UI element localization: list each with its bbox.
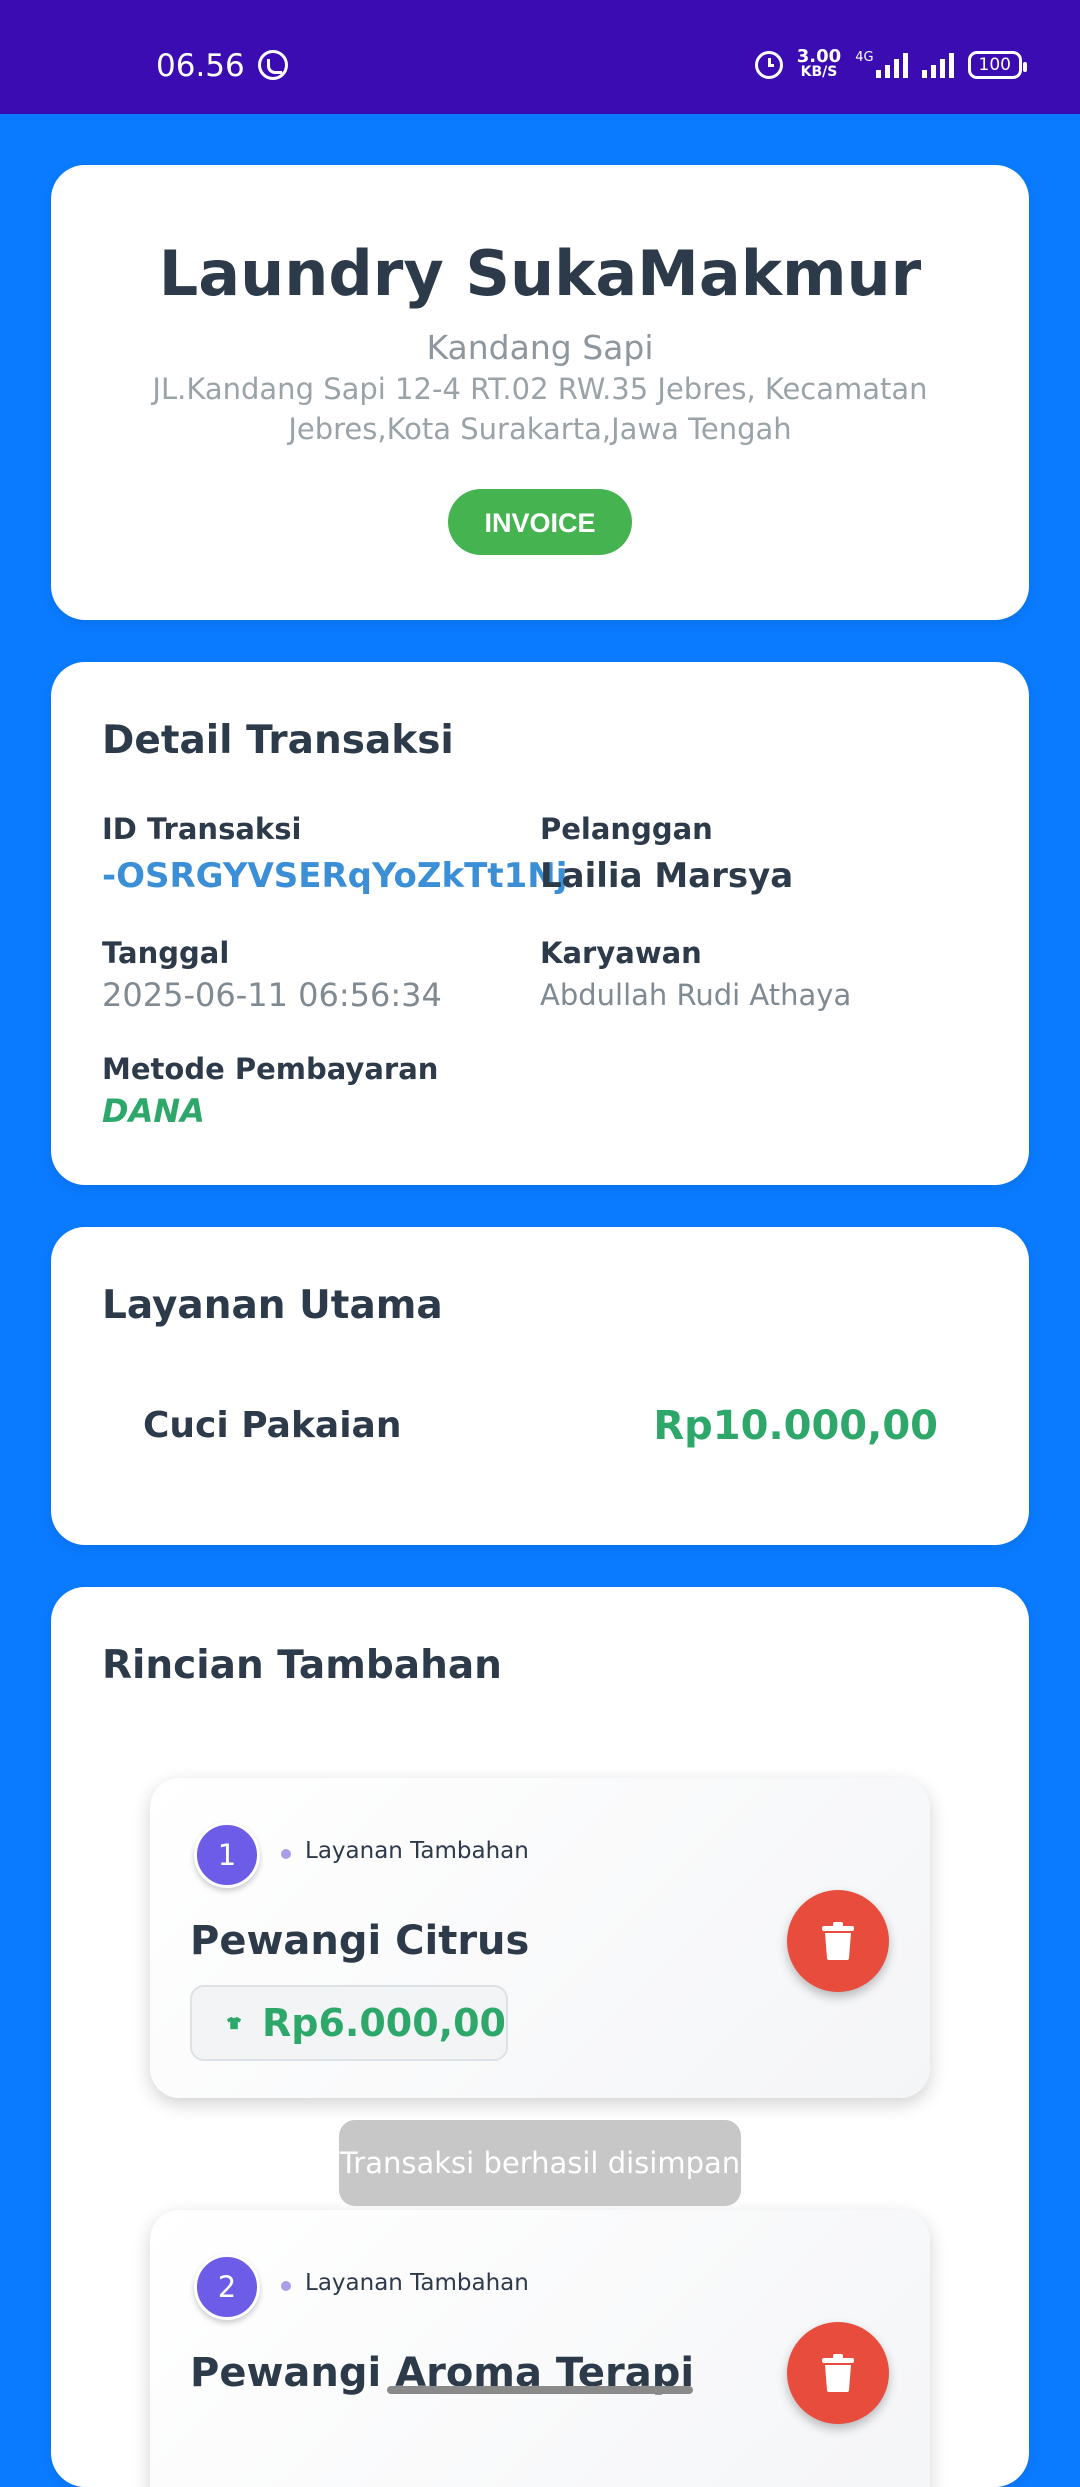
alarm-icon: [754, 50, 783, 79]
status-time: 06.56: [156, 48, 245, 84]
home-indicator[interactable]: [387, 2386, 693, 2394]
additional-item: 2 Layanan Tambahan Pewangi Aroma Terapi: [150, 2210, 930, 2487]
shop-header-card: Laundry SukaMakmur Kandang Sapi JL.Kanda…: [51, 165, 1029, 620]
network-speed-unit: KB/S: [800, 64, 838, 80]
status-bar: 06.56 3.00 KB/S 4G 100: [0, 0, 1080, 114]
payment-method-label: Metode Pembayaran: [102, 1052, 439, 1086]
item-number-badge: 2: [194, 2254, 260, 2320]
toast-message: Transaksi berhasil disimpan: [339, 2120, 741, 2206]
signal-icon-2: [921, 52, 954, 78]
shop-name: Laundry SukaMakmur: [158, 237, 922, 310]
transaction-detail-card: Detail Transaksi ID Transaksi -OSRGYVSER…: [51, 662, 1029, 1185]
bullet-dot: [281, 2281, 291, 2291]
section-title-main-service: Layanan Utama: [102, 1283, 443, 1328]
main-service-name: Cuci Pakaian: [143, 1405, 402, 1446]
battery-icon: 100: [967, 50, 1028, 79]
item-price-pill: Rp6.000,00: [190, 1985, 508, 2061]
delete-button[interactable]: [787, 2322, 889, 2424]
main-service-price: Rp10.000,00: [653, 1403, 938, 1449]
trash-icon: [822, 2354, 854, 2392]
item-price: Rp6.000,00: [262, 2001, 506, 2045]
network-speed: 3.00 KB/S: [797, 48, 841, 80]
item-name: Pewangi Citrus: [190, 1918, 530, 1964]
item-type: Layanan Tambahan: [305, 1838, 529, 1864]
item-type: Layanan Tambahan: [305, 2270, 529, 2296]
additional-item: 1 Layanan Tambahan Pewangi Citrus Rp6.00…: [150, 1778, 930, 2098]
shop-area: Kandang Sapi: [426, 328, 654, 367]
payment-method-value: DANA: [102, 1092, 205, 1130]
additional-services-card: Rincian Tambahan 1 Layanan Tambahan Pewa…: [51, 1587, 1029, 2487]
main-service-card: Layanan Utama Cuci Pakaian Rp10.000,00: [51, 1227, 1029, 1545]
item-number-badge: 1: [194, 1822, 260, 1888]
employee-label: Karyawan: [540, 936, 702, 970]
delete-button[interactable]: [787, 1890, 889, 1992]
shop-address: JL.Kandang Sapi 12-4 RT.02 RW.35 Jebres,…: [152, 372, 928, 446]
transaction-id-label: ID Transaksi: [102, 812, 302, 846]
date-label: Tanggal: [102, 936, 230, 970]
status-icons: 3.00 KB/S 4G 100: [754, 48, 1028, 80]
invoice-button[interactable]: INVOICE: [448, 489, 632, 555]
customer-label: Pelanggan: [540, 812, 713, 846]
bullet-dot: [281, 1849, 291, 1859]
section-title-detail: Detail Transaksi: [102, 718, 454, 763]
transaction-id-value: -OSRGYVSERqYoZkTt1Nj: [102, 856, 568, 896]
section-title-additional: Rincian Tambahan: [102, 1643, 502, 1688]
signal-icon: [875, 52, 908, 78]
whatsapp-icon: [258, 50, 288, 80]
employee-value: Abdullah Rudi Athaya: [540, 978, 852, 1012]
network-type: 4G: [855, 50, 874, 65]
shirt-icon: [226, 2016, 242, 2030]
date-value: 2025-06-11 06:56:34: [102, 976, 442, 1014]
trash-icon: [822, 1922, 854, 1960]
customer-value: Lailia Marsya: [540, 856, 794, 896]
